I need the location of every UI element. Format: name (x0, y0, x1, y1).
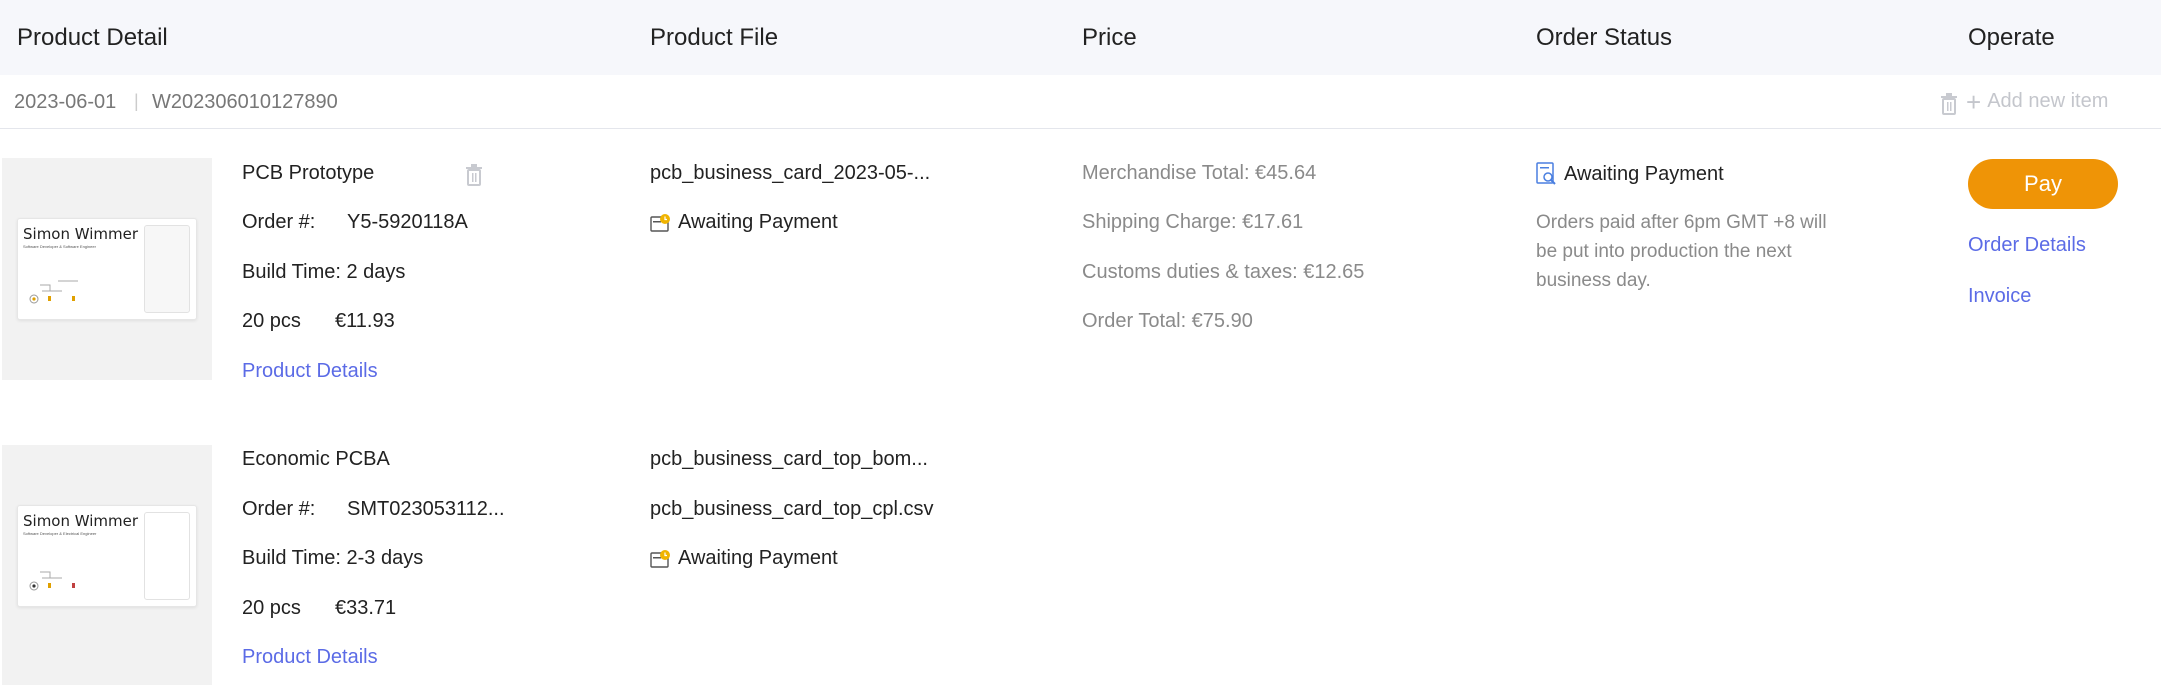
order-date: 2023-06-01 (14, 91, 117, 113)
card-name: Simon Wimmer (23, 225, 139, 243)
business-card-image: Simon Wimmer Software Developer & Softwa… (17, 218, 197, 320)
header-operate: Operate (1968, 24, 2055, 51)
file-name[interactable]: pcb_business_card_top_cpl.csv (650, 498, 934, 521)
card-panel (144, 512, 190, 600)
file-status-label: Awaiting Payment (678, 547, 838, 569)
card-tagline: Software Developer & Electrical Engineer (23, 531, 97, 536)
production-note: Orders paid after 6pm GMT +8 will be put… (1536, 212, 1827, 291)
circuit-graphic (29, 280, 78, 304)
file-status-icon (650, 549, 670, 568)
order-total: Order Total: €75.90 (1082, 310, 1253, 332)
file-status-icon (650, 213, 670, 232)
order-status-label: Awaiting Payment (1564, 162, 1724, 185)
header-product-detail: Product Detail (17, 24, 168, 51)
item-price: €33.71 (335, 597, 397, 619)
business-card-image: Simon Wimmer Software Developer & Electr… (17, 505, 197, 607)
file-status: Awaiting Payment (650, 547, 838, 570)
order-details-link[interactable]: Order Details (1968, 234, 2086, 257)
product-name: Economic PCBA (242, 448, 390, 470)
card-panel (144, 225, 190, 313)
order-number-value: SMT023053112... (347, 498, 505, 520)
file-name[interactable]: pcb_business_card_top_bom... (650, 448, 950, 471)
item-price: €11.93 (335, 310, 395, 332)
order-label: Order #: (242, 498, 316, 520)
header-product-file: Product File (650, 24, 779, 51)
order-status-icon (1536, 162, 1556, 185)
product-name: PCB Prototype (242, 162, 375, 184)
quantity: 20 pcs (242, 310, 301, 332)
order-number-value: Y5-5920118A (347, 211, 468, 233)
order-label: Order #: (242, 211, 316, 233)
order-status: Awaiting Payment (1536, 162, 1724, 186)
order-bar: 2023-06-01 | W202306010127890 + Add new … (0, 75, 2161, 129)
merchandise-total: Merchandise Total: €45.64 (1082, 162, 1317, 184)
shipping-charge: Shipping Charge: €17.61 (1082, 211, 1304, 233)
file-status: Awaiting Payment (650, 211, 838, 234)
invoice-link[interactable]: Invoice (1968, 285, 2031, 308)
order-separator: | (134, 91, 139, 111)
trash-icon[interactable] (465, 164, 483, 186)
card-name: Simon Wimmer (23, 512, 139, 530)
pay-button[interactable]: Pay (1968, 159, 2118, 209)
add-new-item-button[interactable]: + Add new item (1966, 86, 2109, 117)
circuit-graphic (29, 571, 75, 591)
file-name[interactable]: pcb_business_card_2023-05-... (650, 162, 950, 185)
product-thumbnail[interactable]: Simon Wimmer Software Developer & Softwa… (2, 158, 212, 380)
add-new-item-label: Add new item (1987, 90, 2109, 112)
card-tagline: Software Developer & Software Engineer (23, 244, 96, 249)
trash-icon[interactable] (1940, 93, 1958, 115)
order-number: W202306010127890 (152, 91, 338, 113)
plus-icon: + (1966, 86, 1982, 117)
product-thumbnail[interactable]: Simon Wimmer Software Developer & Electr… (2, 445, 212, 685)
file-status-label: Awaiting Payment (678, 211, 838, 233)
customs-duties: Customs duties & taxes: €12.65 (1082, 261, 1365, 283)
build-time: Build Time: 2 days (242, 261, 406, 283)
header-price: Price (1082, 24, 1137, 51)
quantity: 20 pcs (242, 597, 301, 619)
table-header: Product Detail Product File Price Order … (0, 0, 2161, 75)
build-time: Build Time: 2-3 days (242, 547, 424, 569)
header-order-status: Order Status (1536, 24, 1673, 51)
product-details-link[interactable]: Product Details (242, 646, 378, 669)
product-details-link[interactable]: Product Details (242, 360, 378, 383)
